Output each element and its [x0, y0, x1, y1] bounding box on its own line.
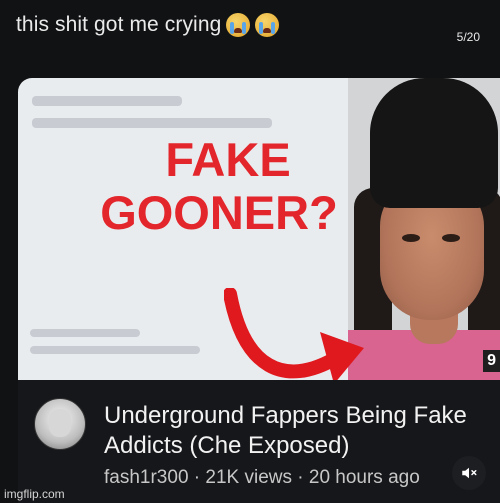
headline-line-2: GOONER? — [100, 185, 338, 239]
video-meta: fash1r300 · 21K views · 20 hours ago — [104, 467, 420, 488]
video-title[interactable]: Underground Fappers Being Fake Addicts (… — [104, 401, 484, 461]
blurred-username — [30, 329, 140, 337]
durag — [370, 78, 498, 208]
imgflip-watermark: imgflip.com — [4, 487, 65, 501]
blurred-text — [32, 118, 272, 128]
eye-right — [442, 234, 460, 242]
blurred-subtext — [30, 346, 200, 354]
image-counter: 5/20 — [456, 30, 480, 44]
headline-line-1: FAKE — [165, 133, 291, 186]
channel-avatar[interactable] — [34, 398, 86, 450]
eye-left — [402, 234, 420, 242]
red-arrow-icon — [224, 288, 364, 380]
thumbnail-headline: FAKE GOONER? — [100, 133, 348, 239]
video-thumbnail[interactable]: FAKE GOONER? 9 — [18, 78, 500, 380]
blurred-text — [32, 96, 182, 106]
caption-text: this shit got me crying — [16, 13, 222, 36]
speaker-muted-icon — [462, 467, 477, 479]
crying-emoji-icon — [255, 13, 280, 37]
crying-emoji-icon — [226, 13, 251, 37]
mute-button[interactable] — [452, 456, 486, 490]
post-caption: this shit got me crying — [16, 13, 280, 37]
thumbnail-badge: 9 — [483, 350, 500, 372]
